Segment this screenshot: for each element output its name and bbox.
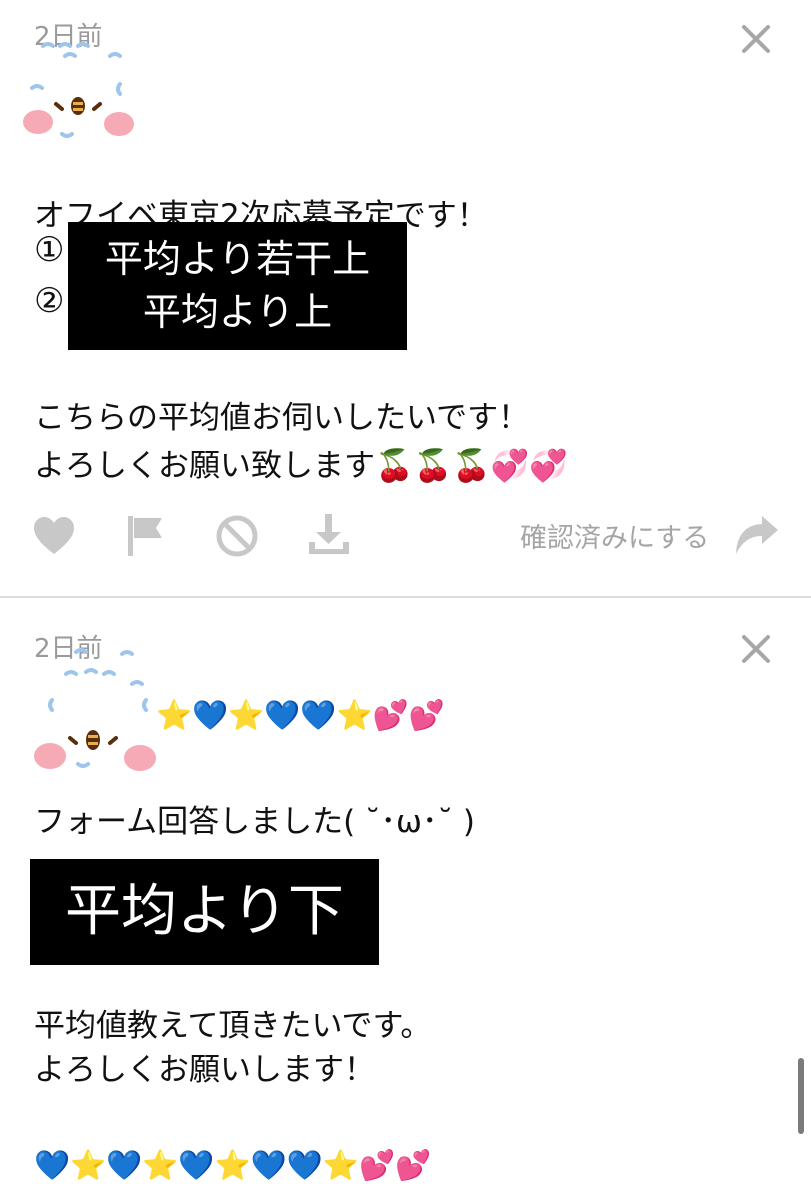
flag-icon[interactable] [126,514,166,558]
answer-line-2: 平均より上 [142,290,333,334]
kanahei-character-icon [23,42,134,138]
scrollbar[interactable] [798,1058,804,1134]
close-icon[interactable] [738,22,772,56]
message-card: 2日前 オフイベ東京2次応募予定です！ ① ② 平均より若干上 平均より上 こち… [0,0,811,596]
emoji-row: 💙⭐💙⭐💙⭐💙💙⭐💕💕 [34,1148,432,1182]
message-text: フォーム回答しました( ˘･ω･˘ ) [34,804,475,840]
circled-number-2: ② [34,281,65,321]
answer-line-1: 平均より若干上 [104,237,371,281]
censored-answer-box: 平均より下 [30,859,379,965]
message-text: よろしくお願いします！ [34,1052,375,1088]
heart-icon[interactable] [32,516,76,556]
block-icon[interactable] [215,514,259,558]
download-icon[interactable] [306,512,352,558]
message-text: よろしくお願い致します🍒🍒🍒💞💞 [34,448,568,484]
share-icon[interactable] [734,514,780,556]
close-icon[interactable] [738,632,772,666]
censored-answer-box: 平均より若干上 平均より上 [68,222,407,350]
circled-number-1: ① [34,230,65,270]
answer-line: 平均より下 [65,879,344,944]
message-text: 平均値教えて頂きたいです。 [34,1008,432,1044]
message-text: こちらの平均値お伺いしたいです！ [34,400,530,436]
emoji-row: ⭐💙⭐💙💙⭐💕💕 [156,698,445,732]
message-actions: 確認済みにする [0,510,811,562]
kanahei-character-icon [34,648,156,771]
mark-as-verified-link[interactable]: 確認済みにする [520,516,709,555]
message-card: 2日前 ⭐💙⭐💙💙⭐💕💕 フォーム回答しました( ˘･ω･˘ ) 平均より下 平… [0,598,811,1200]
